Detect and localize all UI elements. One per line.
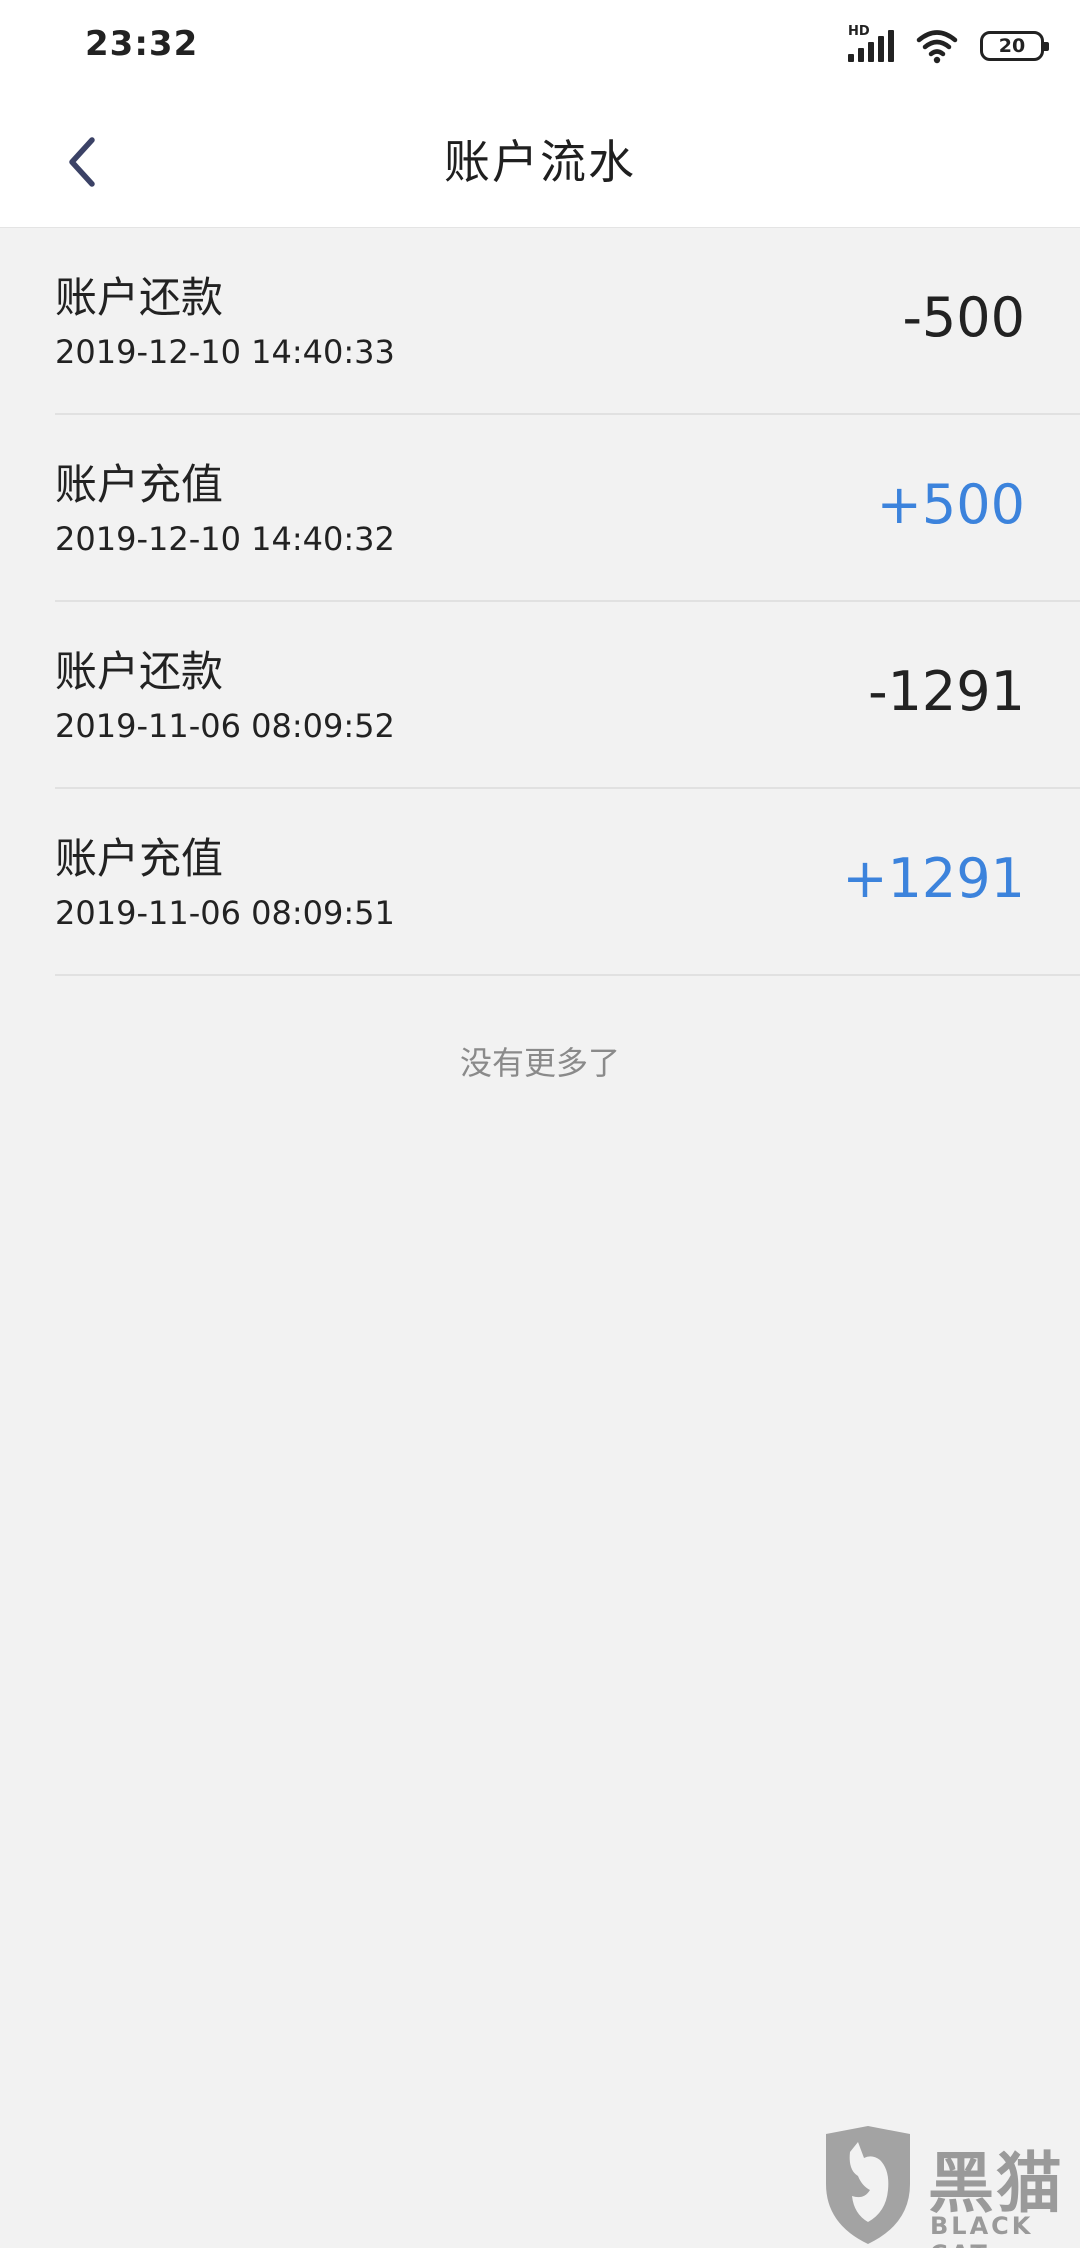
- watermark-en: BLACK CAT: [930, 2212, 1034, 2248]
- hd-label: HD: [848, 24, 870, 39]
- screen: 23:32 HD 20 账户流水 账户还款 2019-12-10 14:40:3…: [0, 0, 1080, 2248]
- transaction-title: 账户充值: [55, 460, 224, 509]
- transaction-list: 账户还款 2019-12-10 14:40:33 -500 账户充值 2019-…: [0, 228, 1080, 976]
- transaction-time: 2019-11-06 08:09:51: [55, 894, 395, 932]
- status-icons: HD 20: [848, 24, 1049, 66]
- transaction-amount: +500: [876, 473, 1025, 536]
- transaction-title: 账户还款: [55, 647, 224, 696]
- transaction-row[interactable]: 账户充值 2019-12-10 14:40:32 +500: [0, 415, 1080, 602]
- status-bar: 23:32 HD 20: [0, 0, 1080, 96]
- transaction-amount: +1291: [842, 847, 1025, 910]
- transaction-time: 2019-11-06 08:09:52: [55, 707, 395, 745]
- cat-shield-logo-icon: [826, 2126, 910, 2244]
- transaction-time: 2019-12-10 14:40:32: [55, 520, 395, 558]
- transaction-amount: -500: [902, 286, 1025, 349]
- battery-icon: 20: [980, 31, 1049, 61]
- transaction-row[interactable]: 账户还款 2019-12-10 14:40:33 -500: [0, 228, 1080, 415]
- transaction-amount: -1291: [868, 660, 1025, 723]
- transaction-title: 账户还款: [55, 273, 224, 322]
- wifi-icon: [916, 30, 958, 64]
- nav-header: 账户流水: [0, 96, 1080, 228]
- no-more-label: 没有更多了: [459, 1044, 620, 1082]
- cellular-signal-icon: HD: [848, 24, 894, 64]
- page-title: 账户流水: [444, 135, 636, 189]
- status-time: 23:32: [85, 24, 199, 64]
- divider: [55, 974, 1080, 976]
- transaction-row[interactable]: 账户充值 2019-11-06 08:09:51 +1291: [0, 789, 1080, 976]
- transaction-title: 账户充值: [55, 834, 224, 883]
- transaction-time: 2019-12-10 14:40:33: [55, 333, 395, 371]
- transaction-row[interactable]: 账户还款 2019-11-06 08:09:52 -1291: [0, 602, 1080, 789]
- watermark: 黑猫 BLACK CAT: [810, 2108, 1080, 2248]
- battery-level: 20: [998, 35, 1026, 57]
